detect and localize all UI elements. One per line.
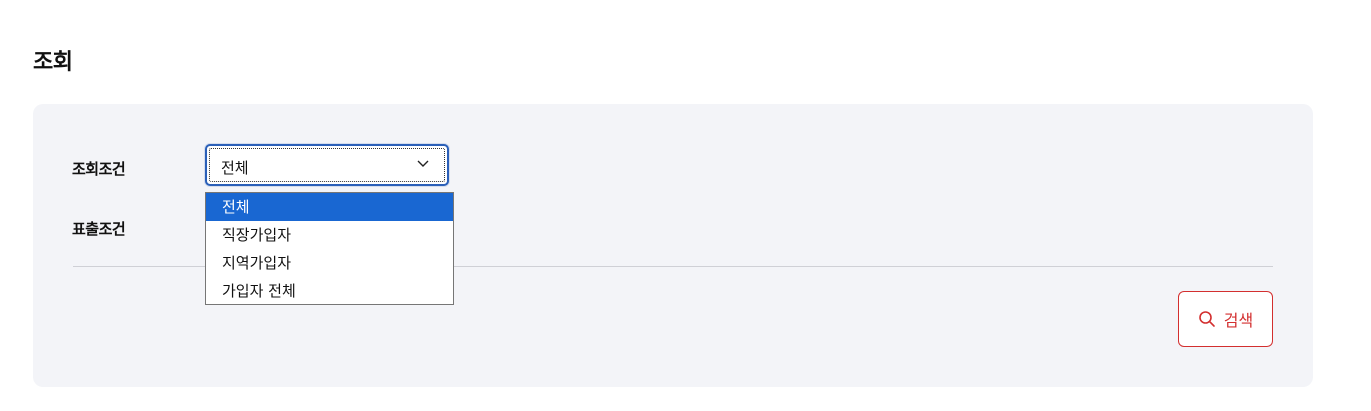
condition-select[interactable]: 전체 bbox=[205, 144, 449, 186]
display-label: 표출조건 bbox=[72, 220, 126, 238]
page: 조회 조회조건 전체 표출조건 검색 전체 직장가입자 지역가입자 가입자 전체 bbox=[0, 0, 1371, 411]
condition-label: 조회조건 bbox=[72, 160, 126, 178]
page-title: 조회 bbox=[33, 50, 73, 75]
dropdown-option-regional[interactable]: 지역가입자 bbox=[206, 249, 453, 277]
dropdown-option-all[interactable]: 전체 bbox=[206, 193, 453, 221]
dropdown-option-all-subscribers[interactable]: 가입자 전체 bbox=[206, 277, 453, 305]
condition-dropdown-list: 전체 직장가입자 지역가입자 가입자 전체 bbox=[205, 192, 454, 305]
search-button-label: 검색 bbox=[1223, 311, 1254, 330]
search-icon bbox=[1198, 311, 1215, 327]
condition-select-value: 전체 bbox=[221, 159, 249, 177]
dropdown-option-workplace[interactable]: 직장가입자 bbox=[206, 221, 453, 249]
chevron-down-icon bbox=[417, 160, 429, 167]
search-button[interactable]: 검색 bbox=[1178, 291, 1273, 347]
